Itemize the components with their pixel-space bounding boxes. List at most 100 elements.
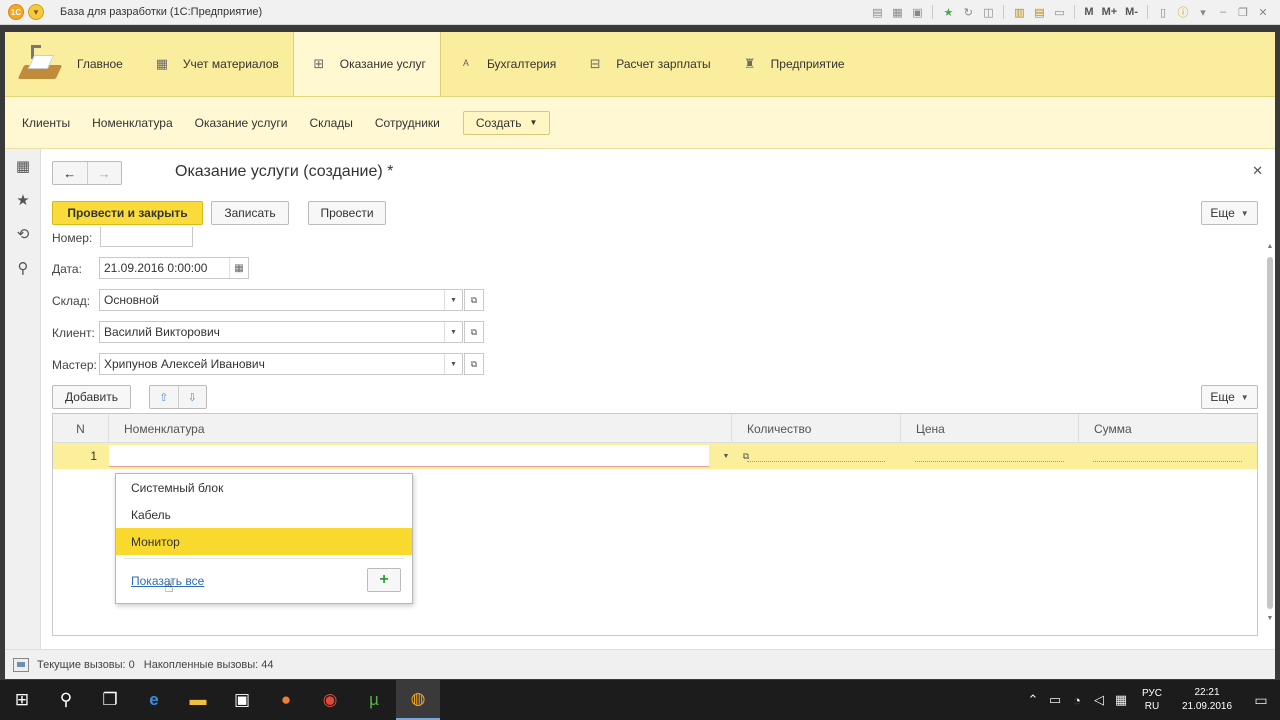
forward-arrow-icon[interactable]: → xyxy=(88,162,122,184)
dropdown-arrow-icon[interactable]: ▼ xyxy=(444,322,462,342)
task-view-icon[interactable]: ❐ xyxy=(88,680,132,720)
calculator-icon[interactable]: ▥ xyxy=(1010,3,1028,21)
dropdown-icon[interactable]: ▾ xyxy=(1194,3,1212,21)
client-field[interactable]: Василий Викторович ▼ xyxy=(99,321,463,343)
windows-start-icon[interactable]: ⊞ xyxy=(0,680,44,720)
app-logo-icon[interactable]: 1С xyxy=(8,4,24,20)
table-more-button[interactable]: Еще ▼ xyxy=(1201,385,1258,409)
memory-plus-button[interactable]: M+ xyxy=(1099,6,1121,18)
nav-link-warehouses[interactable]: Склады xyxy=(310,116,353,130)
post-button[interactable]: Провести xyxy=(308,201,386,225)
nav-link-employees[interactable]: Сотрудники xyxy=(375,116,440,130)
price-cell[interactable] xyxy=(915,461,1064,462)
quantity-cell[interactable] xyxy=(747,461,885,462)
utorrent-icon[interactable]: µ xyxy=(352,680,396,720)
file-explorer-icon[interactable]: ▬ xyxy=(176,680,220,720)
edge-browser-icon[interactable]: e xyxy=(132,680,176,720)
calls-monitor-icon[interactable] xyxy=(13,657,29,672)
column-header-quantity[interactable]: Количество xyxy=(732,414,901,443)
wifi-icon[interactable]: ◔ xyxy=(1066,693,1088,708)
print-preview-icon[interactable]: ▦ xyxy=(888,3,906,21)
memory-minus-button[interactable]: M- xyxy=(1122,6,1141,18)
system-clock[interactable]: 22:21 21.09.2016 xyxy=(1172,686,1242,714)
section-enterprise[interactable]: ♜ Предприятие xyxy=(725,32,859,96)
dropdown-arrow-icon[interactable]: ▼ xyxy=(444,354,462,374)
firefox-icon[interactable]: ● xyxy=(264,680,308,720)
dropdown-item-selected[interactable]: Монитор xyxy=(116,528,412,555)
dropdown-item[interactable]: Кабель xyxy=(116,501,412,528)
history-clock-icon[interactable]: ⟲ xyxy=(5,217,41,251)
print-icon[interactable]: ▤ xyxy=(868,3,886,21)
scroll-up-icon[interactable]: ▲ xyxy=(1266,243,1274,250)
row-number: 1 xyxy=(90,449,97,463)
tray-expand-icon[interactable]: ⌃ xyxy=(1022,692,1044,708)
nav-link-services[interactable]: Оказание услуги xyxy=(195,116,288,130)
section-materials[interactable]: ▦ Учет материалов xyxy=(137,32,293,96)
save-button[interactable]: Записать xyxy=(211,201,289,225)
section-services[interactable]: ⊞ Оказание услуг xyxy=(292,32,441,96)
battery-icon[interactable]: ▭ xyxy=(1044,692,1066,708)
date-field[interactable]: 21.09.2016 0:00:00 ▦ xyxy=(99,257,249,279)
main-menu-icon[interactable]: ▾ xyxy=(28,4,44,20)
minimize-icon[interactable]: – xyxy=(1214,3,1232,21)
add-row-button[interactable]: Добавить xyxy=(52,385,131,409)
restore-icon[interactable]: ❐ xyxy=(1234,3,1252,21)
memory-button[interactable]: M xyxy=(1081,6,1096,18)
language-indicator[interactable]: РУС RU xyxy=(1132,687,1172,713)
move-down-icon[interactable]: ⇩ xyxy=(179,386,207,408)
panels-icon[interactable]: ▯ xyxy=(1154,3,1172,21)
info-icon[interactable]: ⓘ xyxy=(1174,3,1192,21)
sum-cell[interactable] xyxy=(1093,461,1242,462)
favorites-icon[interactable]: ★ xyxy=(939,3,957,21)
search-icon[interactable]: ⚲ xyxy=(5,251,41,285)
clipboard-icon[interactable]: ▭ xyxy=(1050,3,1068,21)
table-row[interactable]: 1 ▼ ⧉ xyxy=(53,443,1257,469)
onec-app-icon[interactable]: ◍ xyxy=(396,680,440,720)
post-and-close-button[interactable]: Провести и закрыть xyxy=(52,201,203,225)
column-header-price[interactable]: Цена xyxy=(901,414,1079,443)
history-icon[interactable]: ↻ xyxy=(959,3,977,21)
calendar-icon[interactable]: ▤ xyxy=(1030,3,1048,21)
store-icon[interactable]: ▣ xyxy=(220,680,264,720)
nomenclature-cell-input[interactable]: ▼ ⧉ xyxy=(109,445,749,467)
volume-icon[interactable]: ◁ xyxy=(1088,692,1110,708)
dropdown-arrow-icon[interactable]: ▼ xyxy=(444,290,462,310)
calendar-icon[interactable]: ▦ xyxy=(229,258,248,278)
open-warehouse-icon[interactable]: ⧉ xyxy=(464,289,484,311)
warehouse-field[interactable]: Основной ▼ xyxy=(99,289,463,311)
master-field[interactable]: Хрипунов Алексей Иванович ▼ xyxy=(99,353,463,375)
number-field[interactable] xyxy=(100,227,193,247)
copy-link-icon[interactable]: ▣ xyxy=(908,3,926,21)
section-main[interactable]: Главное xyxy=(5,32,137,96)
more-button[interactable]: Еще ▼ xyxy=(1201,201,1258,225)
dropdown-item[interactable]: Системный блок xyxy=(116,474,412,501)
nav-link-clients[interactable]: Клиенты xyxy=(22,116,70,130)
open-item-icon[interactable]: ⧉ xyxy=(737,445,755,467)
form-scrollbar[interactable]: ▲ ▼ xyxy=(1266,243,1274,622)
add-new-item-icon[interactable]: + xyxy=(367,568,401,592)
search-icon[interactable]: ⚲ xyxy=(44,680,88,720)
column-header-nomenclature[interactable]: Номенклатура xyxy=(109,414,732,443)
nomenclature-dropdown: Системный блок Кабель Монитор Показать в… xyxy=(115,473,413,604)
nav-link-nomenclature[interactable]: Номенклатура xyxy=(92,116,173,130)
section-salary[interactable]: ⊟ Расчет зарплаты xyxy=(570,32,724,96)
keyboard-icon[interactable]: ▦ xyxy=(1110,692,1132,708)
section-accounting[interactable]: ᴬ Бухгалтерия xyxy=(441,32,570,96)
dropdown-arrow-icon[interactable]: ▼ xyxy=(717,445,735,467)
scrollbar-thumb[interactable] xyxy=(1267,257,1273,609)
all-functions-icon[interactable]: ▦ xyxy=(5,149,41,183)
column-header-n[interactable]: N xyxy=(53,414,109,443)
open-client-icon[interactable]: ⧉ xyxy=(464,321,484,343)
create-button[interactable]: Создать ▼ xyxy=(462,110,551,135)
column-header-sum[interactable]: Сумма xyxy=(1079,414,1257,443)
open-master-icon[interactable]: ⧉ xyxy=(464,353,484,375)
scroll-down-icon[interactable]: ▼ xyxy=(1266,615,1274,622)
chrome-icon[interactable]: ◉ xyxy=(308,680,352,720)
notifications-icon[interactable]: ▭ xyxy=(1242,692,1280,709)
move-up-icon[interactable]: ⇧ xyxy=(150,386,179,408)
view-icon[interactable]: ◫ xyxy=(979,3,997,21)
favorites-star-icon[interactable]: ★ xyxy=(5,183,41,217)
back-arrow-icon[interactable]: ← xyxy=(53,162,88,184)
close-window-icon[interactable]: ✕ xyxy=(1254,3,1272,21)
close-form-icon[interactable]: ✕ xyxy=(1252,163,1263,179)
